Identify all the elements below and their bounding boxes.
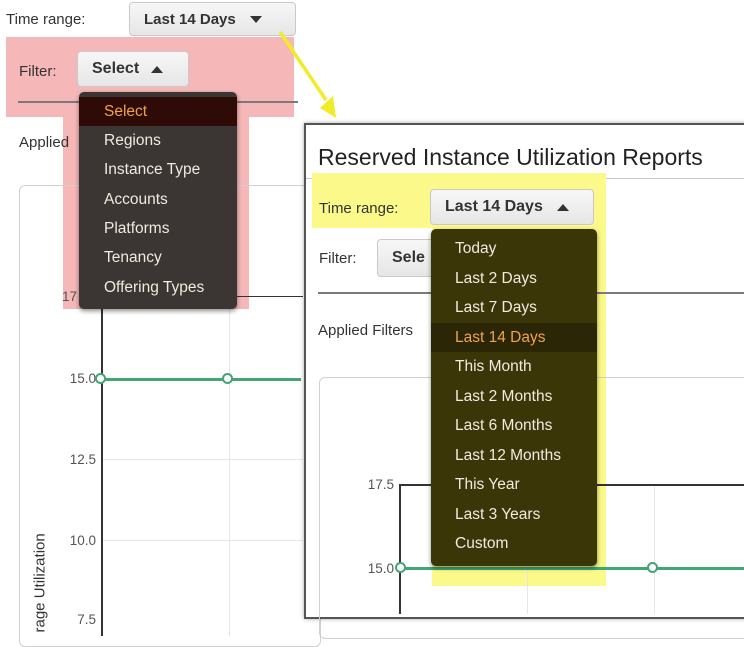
- inset-filter-label: Filter:: [319, 250, 357, 267]
- time-range-item-today[interactable]: Today: [431, 234, 597, 263]
- data-point: [95, 373, 106, 384]
- filter-menu-item-tenancy[interactable]: Tenancy: [79, 243, 237, 272]
- page-title: Reserved Instance Utilization Reports: [318, 144, 703, 170]
- time-range-item-last-6-months[interactable]: Last 6 Months: [431, 411, 597, 440]
- chevron-down-icon: [249, 15, 262, 23]
- filter-menu-item-platforms[interactable]: Platforms: [79, 214, 237, 243]
- gridline: [103, 540, 303, 541]
- gridline: [654, 486, 655, 614]
- time-range-menu: Today Last 2 Days Last 7 Days Last 14 Da…: [431, 229, 597, 566]
- y-axis: [101, 296, 103, 636]
- filter-menu-item-offering-types[interactable]: Offering Types: [79, 273, 237, 302]
- data-point: [647, 562, 658, 573]
- data-point: [395, 562, 406, 573]
- inset-filter-value: Sele: [392, 249, 425, 266]
- time-range-item-this-month[interactable]: This Month: [431, 352, 597, 381]
- time-range-value: Last 14 Days: [144, 10, 236, 28]
- ytick-label: 10.0: [69, 533, 96, 548]
- inset-ytick-label: 15.0: [367, 561, 394, 576]
- inset-time-range-dropdown[interactable]: Last 14 Days: [430, 189, 594, 225]
- ytick-label: 17: [61, 289, 77, 304]
- gridline: [103, 459, 303, 460]
- chevron-up-icon: [556, 203, 569, 211]
- inset-ytick-label: 17.5: [367, 477, 394, 492]
- y-axis-title: rage Utilization: [31, 533, 49, 633]
- time-range-label: Time range:: [6, 11, 86, 28]
- inset-y-axis: [399, 484, 401, 614]
- filter-menu-item-accounts[interactable]: Accounts: [79, 185, 237, 214]
- ytick-label: 15.0: [69, 371, 96, 386]
- time-range-item-last-3-years[interactable]: Last 3 Years: [431, 500, 597, 529]
- time-range-item-last-12-months[interactable]: Last 12 Months: [431, 441, 597, 470]
- filter-menu-item-instance-type[interactable]: Instance Type: [79, 155, 237, 184]
- chevron-up-icon: [151, 65, 164, 73]
- inset-time-range-value: Last 14 Days: [445, 198, 543, 215]
- filter-menu: Select Regions Instance Type Accounts Pl…: [79, 92, 237, 309]
- time-range-item-custom[interactable]: Custom: [431, 529, 597, 558]
- inset-series-line: [401, 567, 744, 570]
- time-range-item-last-7-days[interactable]: Last 7 Days: [431, 293, 597, 322]
- data-point: [222, 373, 233, 384]
- time-range-item-last-14-days[interactable]: Last 14 Days: [431, 323, 597, 352]
- filter-label: Filter:: [19, 63, 57, 80]
- inset-applied-filters-label: Applied Filters: [318, 322, 414, 339]
- time-range-item-this-year[interactable]: This Year: [431, 470, 597, 499]
- time-range-item-last-2-days[interactable]: Last 2 Days: [431, 264, 597, 293]
- time-range-item-last-2-months[interactable]: Last 2 Months: [431, 382, 597, 411]
- filter-dropdown[interactable]: Select: [77, 51, 189, 87]
- series-line: [101, 378, 301, 381]
- filter-menu-item-select[interactable]: Select: [79, 97, 237, 126]
- inset-time-range-label: Time range:: [319, 200, 399, 217]
- applied-filters-label: Applied: [19, 134, 70, 151]
- filter-value: Select: [92, 60, 140, 77]
- arrow-icon: [278, 31, 336, 118]
- filter-menu-item-regions[interactable]: Regions: [79, 126, 237, 155]
- ytick-label: 12.5: [69, 452, 96, 467]
- gridline: [229, 296, 230, 636]
